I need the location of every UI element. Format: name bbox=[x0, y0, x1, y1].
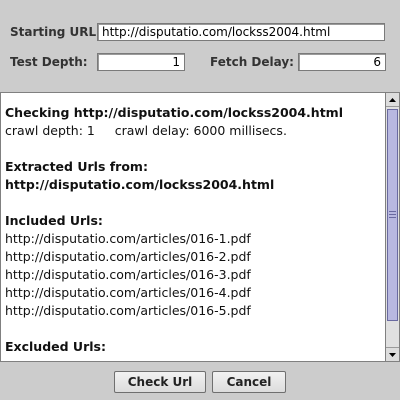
cancel-button[interactable]: Cancel bbox=[212, 371, 286, 393]
included-url: http://disputatio.com/articles/016-2.pdf bbox=[5, 249, 251, 264]
scroll-down-button[interactable] bbox=[386, 347, 399, 361]
extracted-url: http://disputatio.com/lockss2004.html bbox=[5, 177, 275, 192]
grip-icon bbox=[389, 210, 396, 220]
fetch-delay-label: Fetch Delay: bbox=[210, 55, 294, 69]
check-url-button[interactable]: Check Url bbox=[114, 371, 206, 393]
extracted-heading: Extracted Urls from: bbox=[5, 159, 148, 174]
fetch-delay-input[interactable]: 6 bbox=[298, 53, 386, 71]
arrow-down-icon bbox=[389, 352, 396, 357]
output-text: Checking http://disputatio.com/lockss200… bbox=[1, 93, 385, 356]
output-panel[interactable]: Checking http://disputatio.com/lockss200… bbox=[0, 92, 386, 362]
included-url: http://disputatio.com/articles/016-1.pdf bbox=[5, 231, 251, 246]
starting-url-input[interactable]: http://disputatio.com/lockss2004.html bbox=[97, 23, 385, 41]
included-url: http://disputatio.com/articles/016-4.pdf bbox=[5, 285, 251, 300]
vertical-scrollbar[interactable] bbox=[385, 92, 400, 362]
starting-url-label: Starting URL: bbox=[10, 25, 101, 39]
crawl-info: crawl depth: 1 crawl delay: 6000 millise… bbox=[5, 123, 287, 138]
test-depth-label: Test Depth: bbox=[10, 55, 88, 69]
test-depth-input[interactable]: 1 bbox=[97, 53, 185, 71]
checking-line: Checking http://disputatio.com/lockss200… bbox=[5, 105, 343, 120]
scroll-thumb[interactable] bbox=[387, 109, 398, 321]
included-heading: Included Urls: bbox=[5, 213, 103, 228]
excluded-heading: Excluded Urls: bbox=[5, 339, 106, 354]
arrow-up-icon bbox=[389, 97, 396, 102]
included-url: http://disputatio.com/articles/016-3.pdf bbox=[5, 267, 251, 282]
included-url: http://disputatio.com/articles/016-5.pdf bbox=[5, 303, 251, 318]
scroll-up-button[interactable] bbox=[386, 93, 399, 107]
